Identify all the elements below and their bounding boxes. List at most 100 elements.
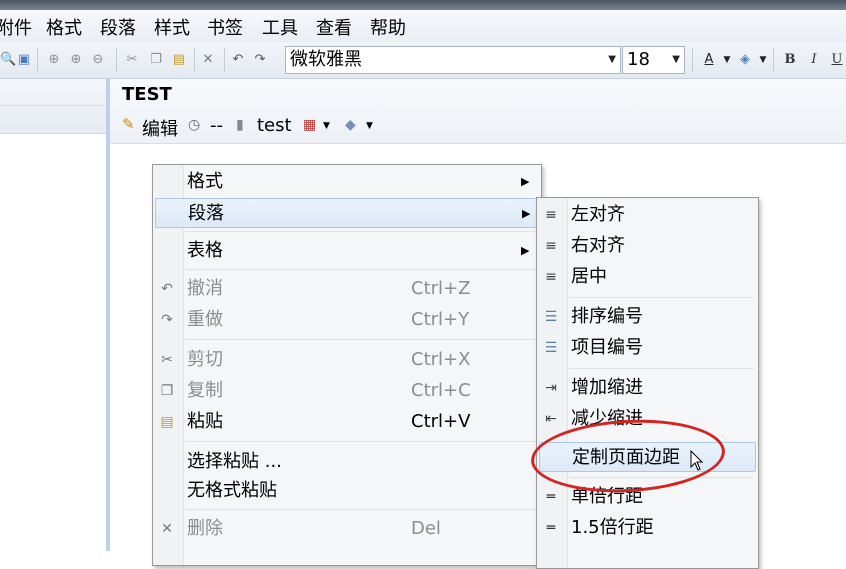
copy-icon[interactable]: ❐: [148, 52, 164, 68]
document-title: TEST: [122, 84, 172, 105]
font-color-icon[interactable]: A: [701, 52, 717, 68]
menu-item-label: 左对齐: [571, 204, 625, 225]
menu-item-paste[interactable]: ▤ 粘贴 Ctrl+V: [155, 407, 539, 437]
chevron-down-icon[interactable]: ▼: [323, 121, 330, 131]
zoom-in-icon[interactable]: ⊕: [68, 52, 84, 68]
menu-item-label: 右对齐: [571, 235, 625, 256]
chevron-down-icon: ▼: [608, 54, 616, 65]
submenu-item-bulleted-list[interactable]: ☰ 项目编号: [539, 333, 756, 363]
notebook-icon: ▮: [236, 117, 244, 133]
menu-item-table[interactable]: 表格 ▶: [155, 236, 539, 266]
menu-separator: [185, 339, 537, 340]
menu-item-shortcut: Ctrl+Z: [411, 278, 471, 299]
menu-attachment[interactable]: 附件: [0, 14, 32, 40]
menu-item-paste-special[interactable]: 选择粘贴 ...: [155, 447, 539, 477]
font-name-value: 微软雅黑: [290, 49, 362, 70]
delete-icon[interactable]: ✕: [200, 52, 216, 68]
menu-separator: [569, 368, 754, 369]
menu-item-label: 粘贴: [187, 411, 223, 432]
menu-help[interactable]: 帮助: [370, 14, 406, 40]
cut-icon[interactable]: ✂: [124, 52, 140, 68]
image-icon[interactable]: ▣: [16, 52, 32, 68]
indent-increase-icon: ⇥: [545, 380, 557, 396]
submenu-item-align-right[interactable]: ≡ 右对齐: [539, 231, 756, 261]
zoom-icon[interactable]: ⊕: [46, 52, 62, 68]
toolbar-separator: [692, 48, 693, 72]
tag-icon[interactable]: ◆: [345, 117, 356, 133]
underline-button[interactable]: U: [829, 52, 845, 68]
menu-format[interactable]: 格式: [46, 14, 82, 40]
submenu-item-numbered-list[interactable]: ☰ 排序编号: [539, 302, 756, 332]
menu-item-shortcut: Ctrl+Y: [411, 309, 470, 330]
menu-view[interactable]: 查看: [316, 14, 352, 40]
edit-button[interactable]: 编辑: [142, 115, 178, 141]
panel-splitter[interactable]: [106, 79, 110, 551]
indent-decrease-icon: ⇤: [545, 411, 557, 427]
menu-item-label: 项目编号: [571, 337, 643, 358]
menu-item-cut[interactable]: ✂ 剪切 Ctrl+X: [155, 345, 539, 375]
font-name-select[interactable]: 微软雅黑 ▼: [285, 46, 621, 74]
calendar-icon[interactable]: ▦: [303, 117, 316, 133]
paste-icon[interactable]: ▤: [171, 52, 187, 68]
menu-style[interactable]: 样式: [154, 14, 190, 40]
menu-item-delete[interactable]: ✕ 删除 Del: [155, 514, 539, 544]
toolbar-separator: [194, 48, 195, 72]
submenu-item-align-left[interactable]: ≡ 左对齐: [539, 200, 756, 230]
bold-button[interactable]: B: [782, 52, 798, 68]
menu-separator: [185, 231, 537, 232]
undo-icon[interactable]: ↶: [230, 52, 246, 68]
copy-icon: ❐: [160, 383, 174, 399]
redo-icon[interactable]: ↷: [252, 52, 268, 68]
submenu-item-1-5-spacing[interactable]: ═ 1.5倍行距: [539, 513, 756, 543]
line-spacing-icon: ═: [546, 520, 556, 536]
find-icon[interactable]: 🔍: [0, 52, 16, 68]
toolbar-separator: [116, 48, 117, 72]
font-size-value: 18: [627, 49, 650, 70]
align-right-icon: ≡: [545, 238, 557, 254]
menu-bookmark[interactable]: 书签: [207, 14, 243, 40]
menu-item-label: 重做: [187, 309, 223, 330]
menu-separator: [185, 269, 537, 270]
menu-item-paste-plain[interactable]: 无格式粘贴: [155, 476, 539, 506]
pencil-icon: ✎: [122, 115, 135, 133]
toolbar-separator: [37, 48, 38, 72]
menu-item-label: 1.5倍行距: [571, 517, 654, 538]
cut-icon: ✂: [161, 352, 173, 368]
notes-list-header-row: [0, 79, 106, 106]
menu-item-shortcut: Ctrl+C: [411, 380, 471, 401]
paste-icon: ▤: [160, 414, 174, 430]
line-spacing-icon: ═: [546, 489, 556, 505]
menu-paragraph[interactable]: 段落: [100, 14, 136, 40]
menu-item-label: 复制: [187, 380, 223, 401]
menu-item-label: 选择粘贴 ...: [187, 451, 282, 472]
menu-tools[interactable]: 工具: [262, 14, 298, 40]
menu-separator: [185, 509, 537, 510]
menu-item-undo[interactable]: ↶ 撤消 Ctrl+Z: [155, 274, 539, 304]
menu-item-copy[interactable]: ❐ 复制 Ctrl+C: [155, 376, 539, 406]
menu-item-paragraph[interactable]: 段落 ▶: [155, 198, 539, 228]
submenu-item-increase-indent[interactable]: ⇥ 增加缩进: [539, 373, 756, 403]
chevron-down-icon[interactable]: ▼: [366, 121, 373, 131]
menu-item-label: 排序编号: [571, 306, 643, 327]
toolbar-separator: [773, 48, 774, 72]
menu-separator: [185, 441, 537, 442]
bulleted-list-icon: ☰: [544, 340, 558, 356]
menu-item-label: 居中: [571, 266, 607, 287]
menu-item-format[interactable]: 格式 ▶: [155, 167, 539, 197]
time-value: --: [210, 115, 223, 136]
notes-list-panel: [0, 79, 107, 551]
submenu-arrow-icon: ▶: [522, 207, 531, 220]
font-size-select[interactable]: 18 ▼: [622, 46, 685, 74]
submenu-item-align-center[interactable]: ≡ 居中: [539, 262, 756, 292]
toolbar-separator: [224, 48, 225, 72]
notebook-name[interactable]: test: [257, 115, 292, 136]
menu-item-label: 表格: [187, 240, 223, 261]
menu-item-redo[interactable]: ↷ 重做 Ctrl+Y: [155, 305, 539, 335]
undo-icon: ↶: [161, 281, 173, 297]
chevron-down-icon[interactable]: ▼: [719, 52, 735, 68]
italic-button[interactable]: I: [806, 52, 822, 68]
highlight-color-icon[interactable]: ◈: [737, 52, 753, 68]
chevron-down-icon[interactable]: ▼: [755, 52, 771, 68]
zoom-out-icon[interactable]: ⊖: [90, 52, 106, 68]
submenu-arrow-icon: ▶: [521, 244, 530, 257]
